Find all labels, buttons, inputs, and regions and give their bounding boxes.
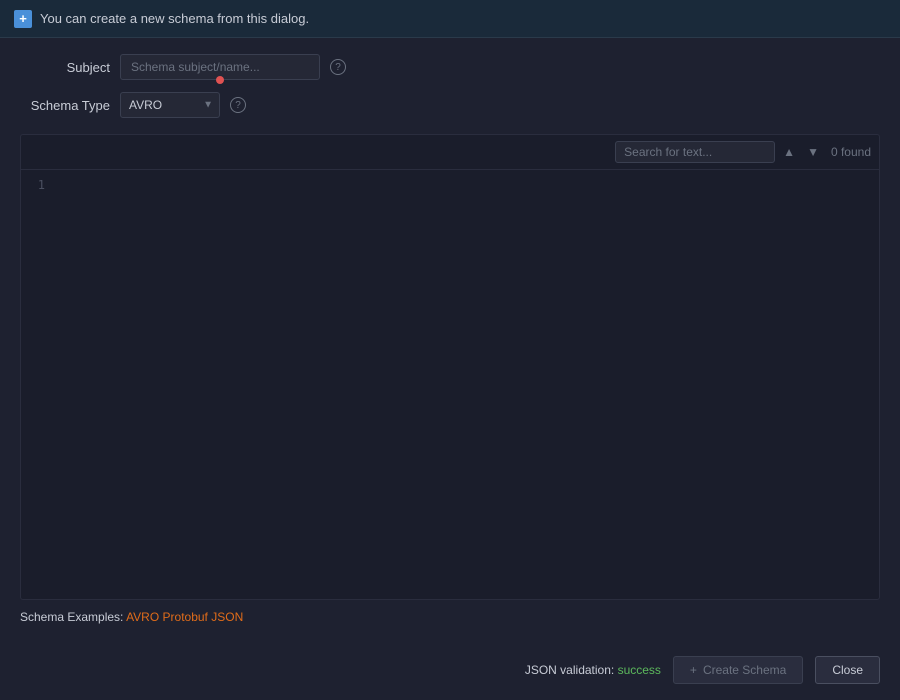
subject-help-icon[interactable]: ? — [330, 59, 346, 75]
close-button[interactable]: Close — [815, 656, 880, 684]
search-down-button[interactable]: ▼ — [803, 143, 823, 161]
create-schema-button[interactable]: + Create Schema — [673, 656, 803, 684]
subject-input-wrapper — [120, 54, 320, 80]
schema-link-avro[interactable]: AVRO — [126, 610, 159, 624]
editor-toolbar: ▲ ▼ 0 found — [21, 135, 879, 170]
code-editor[interactable] — [51, 170, 879, 599]
validation-status: success — [618, 663, 661, 677]
search-input[interactable] — [615, 141, 775, 163]
found-count: 0 found — [831, 145, 871, 159]
bottom-bar: JSON validation: success + Create Schema… — [0, 646, 900, 700]
schema-type-select-wrapper: AVRO JSON PROTOBUF ▼ — [120, 92, 220, 118]
editor-container: ▲ ▼ 0 found 1 — [20, 134, 880, 600]
info-banner: + You can create a new schema from this … — [0, 0, 900, 38]
banner-icon: + — [14, 10, 32, 28]
create-label: Create Schema — [703, 663, 786, 677]
line-numbers: 1 — [21, 170, 51, 599]
subject-row: Subject ? — [20, 54, 880, 80]
schema-type-help-icon[interactable]: ? — [230, 97, 246, 113]
schema-link-protobuf[interactable]: Protobuf — [163, 610, 208, 624]
line-number-1: 1 — [31, 178, 45, 192]
schema-link-json[interactable]: JSON — [211, 610, 243, 624]
main-content: Subject ? Schema Type AVRO JSON PROTOBUF… — [0, 38, 900, 646]
required-indicator — [216, 76, 224, 84]
schema-type-label: Schema Type — [20, 98, 110, 113]
schema-examples: Schema Examples: AVRO Protobuf JSON — [20, 600, 880, 630]
schema-type-row: Schema Type AVRO JSON PROTOBUF ▼ ? — [20, 92, 880, 118]
banner-text: You can create a new schema from this di… — [40, 11, 309, 26]
subject-label: Subject — [20, 60, 110, 75]
examples-label: Schema Examples: — [20, 610, 123, 624]
create-icon: + — [690, 663, 697, 677]
close-label: Close — [832, 663, 863, 677]
schema-type-select[interactable]: AVRO JSON PROTOBUF — [120, 92, 220, 118]
editor-body: 1 — [21, 170, 879, 599]
search-up-button[interactable]: ▲ — [779, 143, 799, 161]
validation-label: JSON validation: success — [525, 663, 661, 677]
